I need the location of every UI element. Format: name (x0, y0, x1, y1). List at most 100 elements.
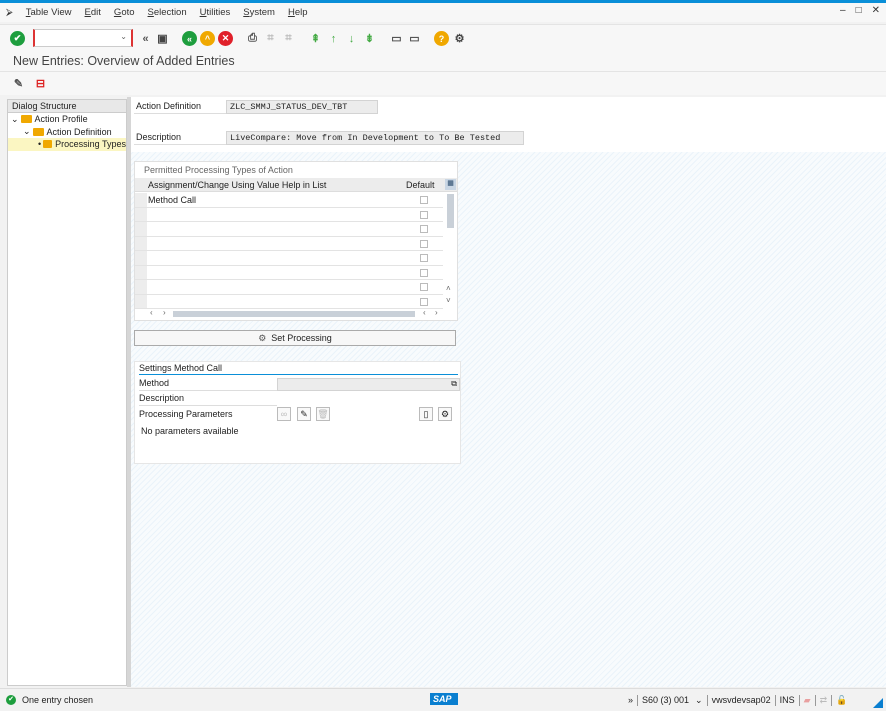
chevron-down-icon[interactable]: ⌄ (23, 126, 31, 137)
scroll-left-icon[interactable]: ‹ (150, 308, 153, 317)
horizontal-scrollbar[interactable]: ‹ › ‹ › (135, 308, 457, 320)
default-checkbox[interactable] (420, 196, 428, 204)
row-selector[interactable] (135, 280, 147, 294)
exit-icon[interactable]: ^ (200, 31, 215, 46)
menu-edit[interactable]: Edit (85, 7, 101, 18)
cancel-icon[interactable]: ✕ (218, 31, 233, 46)
double-chevron-right-icon[interactable]: » (628, 695, 633, 705)
menu-selection[interactable]: Selection (148, 7, 187, 18)
default-checkbox[interactable] (420, 283, 428, 291)
enter-icon[interactable]: ✔ (10, 31, 25, 46)
new-document-icon[interactable]: ▯ (419, 407, 433, 421)
tree-node-action-profile[interactable]: ⌄ Action Profile (8, 113, 126, 126)
table-header: Assignment/Change Using Value Help in Li… (135, 178, 457, 192)
default-checkbox[interactable] (420, 268, 428, 277)
system-info[interactable]: S60 (3) 001 (642, 695, 689, 705)
row-selector[interactable] (135, 207, 147, 221)
status-message: One entry chosen (22, 695, 94, 705)
default-checkbox[interactable] (420, 225, 428, 233)
table-row[interactable] (135, 222, 443, 237)
column-default[interactable]: Default (406, 180, 435, 190)
back-icon[interactable]: « (182, 31, 197, 46)
previous-page-icon[interactable]: ↑ (326, 31, 341, 46)
menu-system[interactable]: System (243, 7, 275, 18)
table-row[interactable]: Method Call (135, 193, 443, 208)
default-checkbox[interactable] (420, 239, 428, 248)
chevron-down-icon[interactable]: ⌄ (11, 114, 19, 125)
menu-icon[interactable]: ⮚ (6, 7, 13, 18)
table-row[interactable] (135, 207, 443, 222)
menu-goto[interactable]: Goto (114, 7, 135, 18)
help-icon[interactable]: ? (434, 31, 449, 46)
display-change-icon[interactable]: ✎ (11, 76, 26, 91)
row-selector[interactable] (135, 236, 147, 250)
scroll-right-icon[interactable]: › (435, 308, 438, 317)
command-field[interactable]: ⌄ (33, 29, 133, 47)
assignment-cell[interactable]: Method Call (148, 195, 196, 205)
row-selector[interactable] (135, 222, 147, 236)
menu-utilities[interactable]: Utilities (200, 7, 231, 18)
gear-icon[interactable]: ⚙ (452, 31, 467, 46)
minimize-icon[interactable]: – (840, 5, 846, 16)
method-field[interactable]: ⧉ (277, 378, 460, 391)
scroll-up-icon[interactable]: ˄ (446, 284, 451, 293)
menu-table-view[interactable]: Table View (26, 7, 72, 18)
column-assignment[interactable]: Assignment/Change Using Value Help in Li… (148, 180, 326, 190)
find-icon[interactable]: ⌗ (263, 31, 278, 46)
node-label: Action Profile (34, 114, 88, 125)
delete-icon[interactable]: 🗑 (316, 407, 330, 421)
shortcut-icon[interactable]: ▭ (407, 31, 422, 46)
unlock-icon[interactable]: 🔓 (836, 695, 847, 706)
row-selector[interactable] (135, 251, 147, 265)
vertical-scrollbar[interactable]: ˄ ˅ (445, 192, 457, 308)
save-icon[interactable]: ▣ (155, 31, 170, 46)
server-name: vwsvdevsap02 (711, 695, 771, 705)
scroll-thumb[interactable] (447, 194, 454, 228)
find-next-icon[interactable]: ⌗ (281, 31, 296, 46)
chevron-down-icon[interactable]: ⌄ (695, 695, 703, 706)
default-checkbox[interactable] (420, 254, 428, 262)
delete-entry-icon[interactable]: ⊟ (33, 76, 48, 91)
scroll-down-icon[interactable]: ˅ (446, 296, 451, 305)
dialog-structure-header: Dialog Structure (8, 100, 126, 113)
maximize-icon[interactable]: □ (856, 5, 862, 16)
bullet-icon: • (38, 139, 42, 150)
description-field[interactable]: LiveCompare: Move from In Development to… (226, 131, 524, 145)
tree-node-processing-types[interactable]: • Processing Types (8, 138, 126, 151)
row-selector[interactable] (135, 193, 147, 207)
chevron-down-icon[interactable]: ⌄ (120, 32, 127, 41)
menu-help[interactable]: Help (288, 7, 308, 18)
table-row[interactable] (135, 265, 443, 280)
scroll-right-icon[interactable]: › (163, 308, 166, 317)
table-row[interactable] (135, 294, 443, 309)
h-scroll-thumb[interactable] (173, 311, 415, 317)
set-processing-button[interactable]: ⚙ Set Processing (134, 330, 456, 346)
edit-icon[interactable]: ✎ (297, 407, 311, 421)
print-icon[interactable]: ⎙ (245, 31, 260, 46)
action-definition-field[interactable]: ZLC_SMMJ_STATUS_DEV_TBT (226, 100, 378, 114)
row-selector[interactable] (135, 294, 147, 308)
input-mode[interactable]: INS (780, 695, 795, 705)
default-checkbox[interactable] (420, 297, 428, 306)
gear-icon[interactable]: ⚙ (438, 407, 452, 421)
close-icon[interactable]: ✕ (872, 5, 880, 16)
resize-grip-icon[interactable] (873, 698, 883, 708)
node-label: Action Definition (46, 126, 112, 137)
table-caption: Permitted Processing Types of Action (144, 165, 293, 175)
row-selector[interactable] (135, 265, 147, 279)
tree-node-action-definition[interactable]: ⌄ Action Definition (8, 126, 126, 139)
default-checkbox[interactable] (420, 210, 428, 219)
last-page-icon[interactable]: ⇟ (362, 31, 377, 46)
next-page-icon[interactable]: ↓ (344, 31, 359, 46)
table-row[interactable] (135, 236, 443, 251)
double-chevron-left-icon[interactable]: « (138, 31, 153, 46)
table-settings-icon[interactable]: ▦ (445, 179, 456, 190)
display-icon[interactable]: ∞ (277, 407, 291, 421)
first-page-icon[interactable]: ⇞ (308, 31, 323, 46)
scroll-left-icon[interactable]: ‹ (423, 308, 426, 317)
description-row: Description LiveCompare: Move from In De… (134, 131, 524, 145)
new-session-icon[interactable]: ▭ (389, 31, 404, 46)
table-row[interactable] (135, 280, 443, 295)
table-row[interactable] (135, 251, 443, 266)
value-help-icon[interactable]: ⧉ (451, 379, 457, 389)
